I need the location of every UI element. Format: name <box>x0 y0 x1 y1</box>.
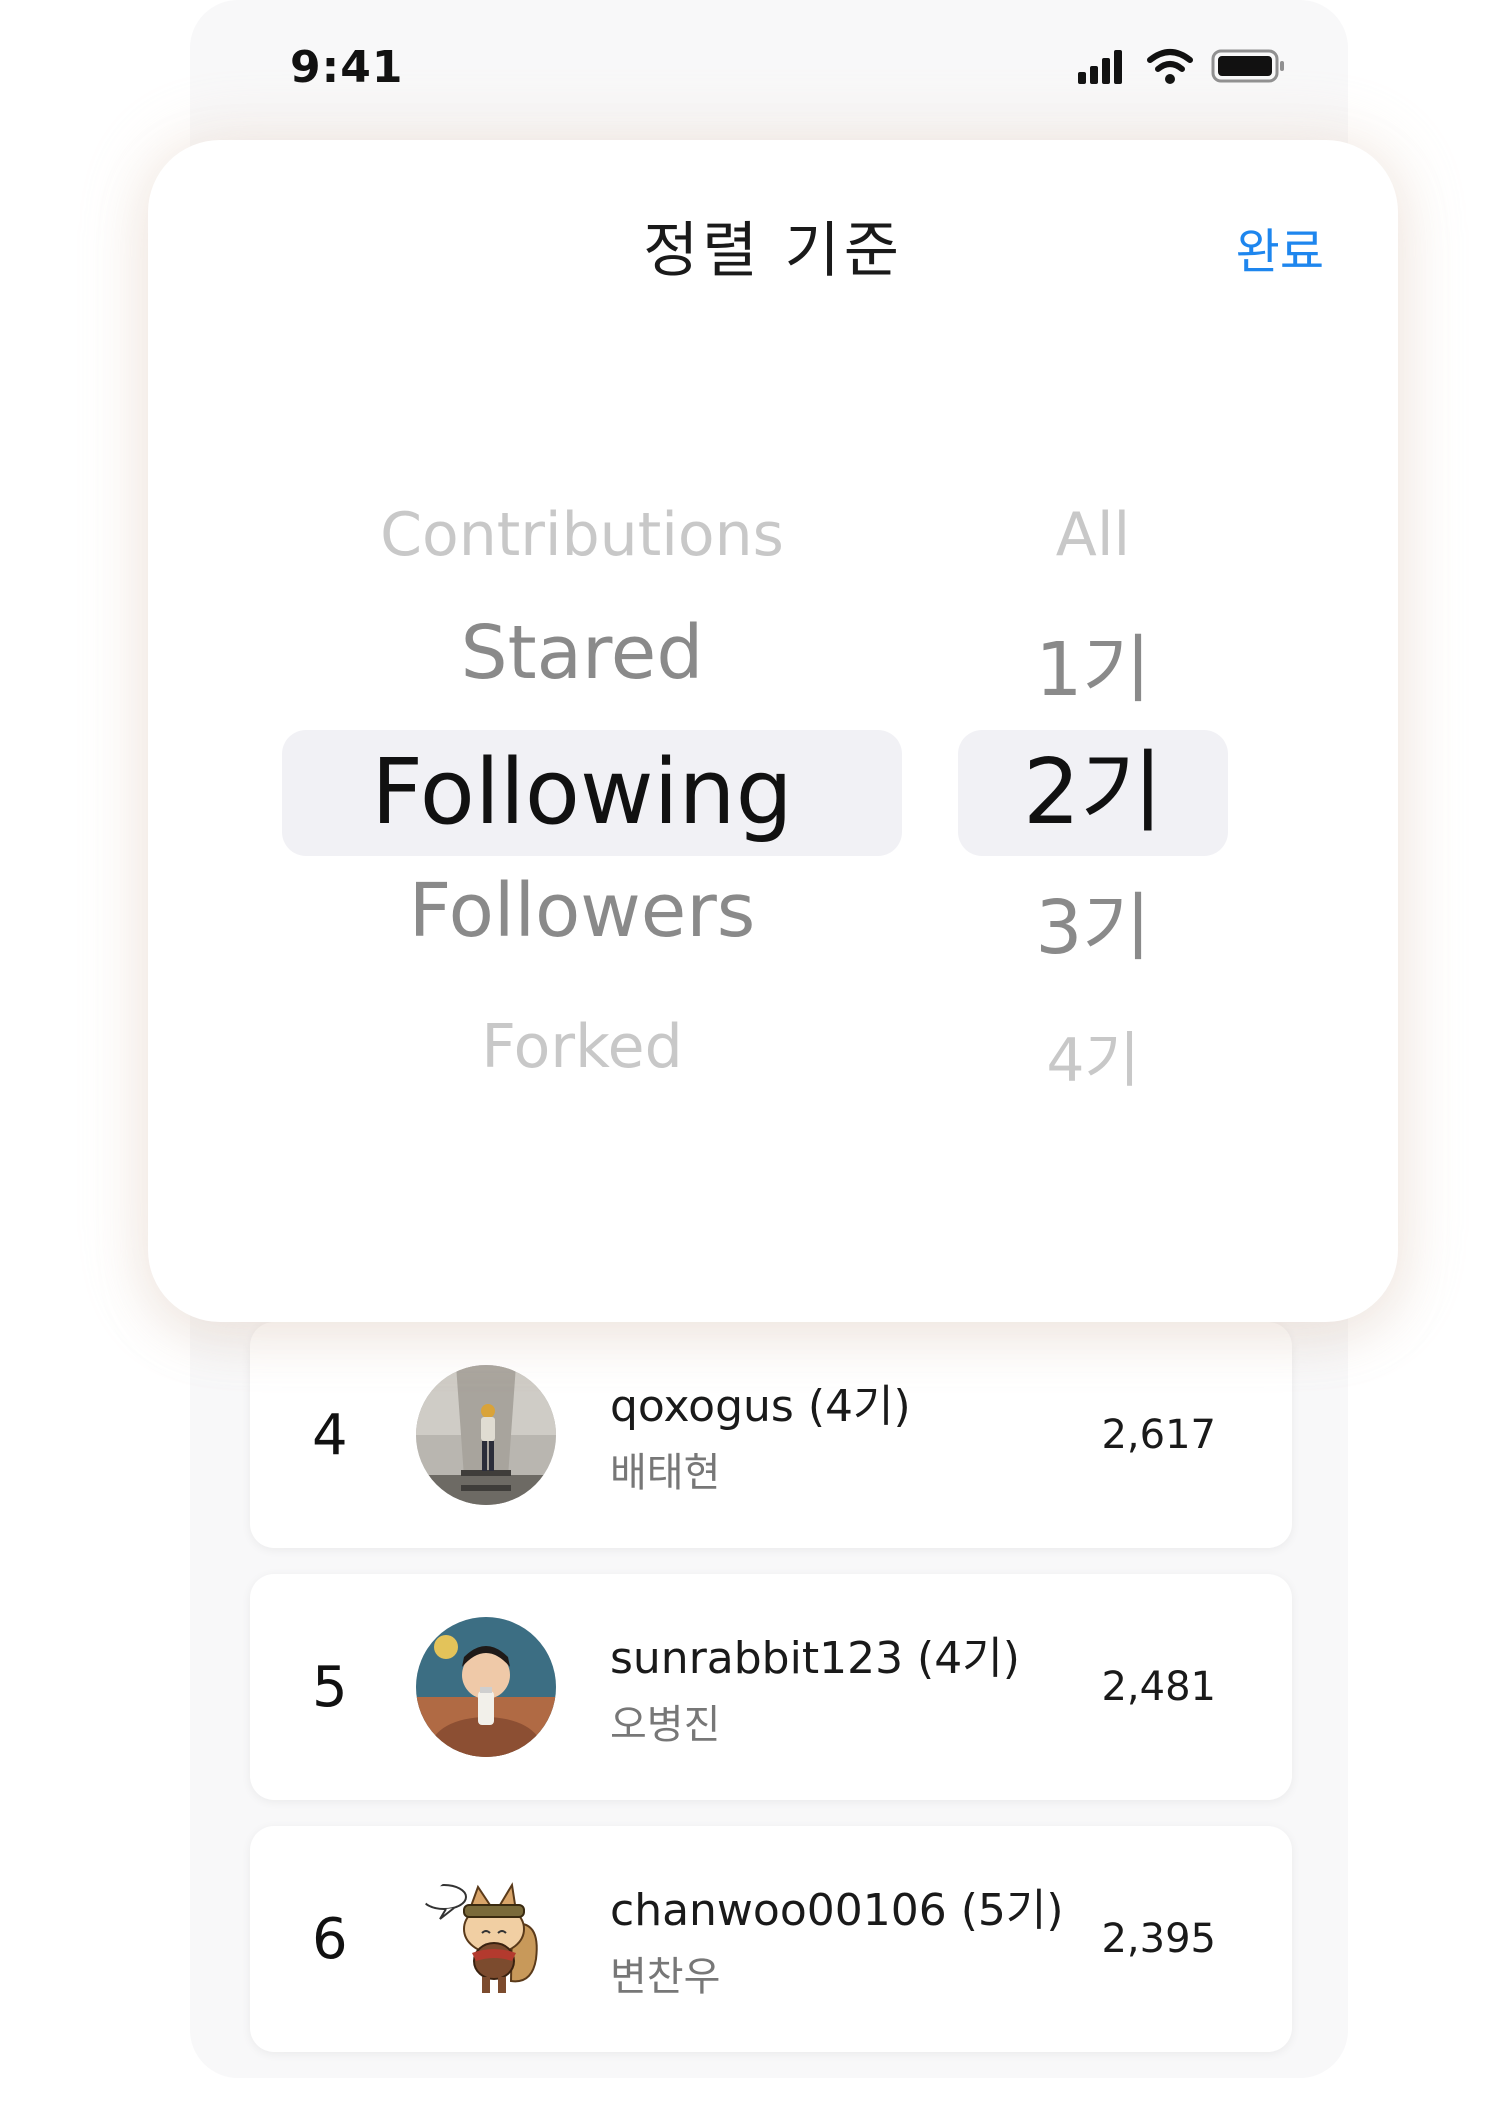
real-name: 오병진 <box>610 1702 721 1748</box>
username: sunrabbit123 (4기) <box>610 1633 1020 1684</box>
stat-count: 2,481 <box>1101 1664 1216 1710</box>
username: qoxogus (4기) <box>610 1381 911 1432</box>
sort-option-selected[interactable]: Following <box>282 730 882 856</box>
sort-picker-sheet: 정렬 기준 완료 Contributions Stared Following … <box>148 140 1398 1322</box>
sort-option[interactable]: Contributions <box>282 500 882 570</box>
stat-count: 2,617 <box>1101 1412 1216 1458</box>
generation-option[interactable]: All <box>968 500 1218 570</box>
avatar <box>416 1365 556 1505</box>
leaderboard-row[interactable]: 4 qoxogus (4기) 배태현 2,617 <box>250 1322 1292 1548</box>
leaderboard-row[interactable]: 5 sunrabbit123 (4기) 오병진 2,481 <box>250 1574 1292 1800</box>
battery-icon <box>1211 49 1284 83</box>
username: chanwoo00106 (5기) <box>610 1885 1064 1936</box>
avatar <box>416 1617 556 1757</box>
sort-option[interactable]: Forked <box>282 1012 882 1082</box>
status-time: 9:41 <box>290 42 404 93</box>
generation-picker-wheel[interactable]: All 1기 2기 3기 4기 <box>968 140 1218 1322</box>
generation-option-selected[interactable]: 2기 <box>968 730 1218 856</box>
stat-count: 2,395 <box>1101 1916 1216 1962</box>
sort-option[interactable]: Stared <box>282 610 882 696</box>
cellular-signal-icon <box>1078 50 1122 84</box>
rank-number: 4 <box>312 1402 348 1468</box>
avatar <box>416 1869 556 2009</box>
generation-option[interactable]: 1기 <box>968 610 1218 717</box>
status-icons <box>1078 49 1284 84</box>
real-name: 변찬우 <box>610 1954 721 2000</box>
rank-number: 6 <box>312 1906 348 1972</box>
leaderboard-row[interactable]: 6 chanwoo00106 (5기) 변찬우 2,395 <box>250 1826 1292 2052</box>
photo-person-drinking-icon <box>416 1617 556 1757</box>
real-name: 배태현 <box>610 1450 721 1496</box>
photo-person-hallway-icon <box>416 1365 556 1505</box>
wifi-icon <box>1147 49 1193 84</box>
sort-picker-wheel[interactable]: Contributions Stared Following Followers… <box>282 140 882 1322</box>
sort-option[interactable]: Followers <box>282 868 882 954</box>
generation-option[interactable]: 4기 <box>968 1012 1218 1099</box>
rank-number: 5 <box>312 1654 348 1720</box>
generation-option[interactable]: 3기 <box>968 868 1218 975</box>
cartoon-character-icon <box>416 1869 556 2009</box>
done-button[interactable]: 완료 <box>1236 212 1324 282</box>
